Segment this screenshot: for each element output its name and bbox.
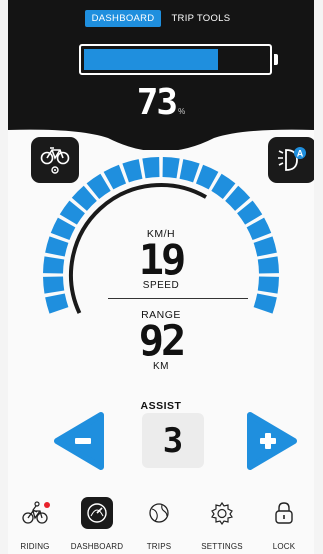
padlock-icon (275, 502, 293, 524)
battery-percent-value: 73 (136, 82, 178, 123)
gauge-divider (108, 298, 248, 299)
gear-icon (211, 501, 233, 525)
nav-settings-label: SETTINGS (201, 542, 243, 551)
notification-dot (44, 502, 50, 508)
battery-percent-unit: % (178, 107, 186, 116)
nav-lock-label: LOCK (272, 542, 296, 551)
nav-riding-label: RIDING (20, 542, 50, 551)
speed-caption: SPEED (142, 280, 180, 291)
gauge-segment (142, 157, 160, 179)
bottom-nav: RIDING DASHBOARD TRIPS SETTINGS LOCK (8, 488, 314, 554)
gauge-segment (179, 159, 200, 183)
minus-icon (75, 438, 91, 444)
nav-dashboard[interactable]: DASHBOARD (66, 488, 128, 554)
dashboard-gauge-icon (87, 503, 107, 523)
assist-level-value: 3 (142, 413, 204, 468)
gauge-segment (162, 157, 180, 179)
nav-dashboard-label: DASHBOARD (70, 542, 124, 551)
globe-route-icon (149, 503, 169, 523)
gauge-segment (122, 159, 143, 183)
range-block: RANGE 92 KM (8, 309, 314, 372)
range-unit: KM (153, 361, 169, 372)
nav-riding[interactable]: RIDING (8, 488, 66, 554)
battery-percent-display: 73% (8, 82, 314, 123)
nav-settings[interactable]: SETTINGS (191, 488, 253, 554)
nav-lock[interactable]: LOCK (253, 488, 314, 554)
range-value: 92 (138, 316, 187, 365)
app-screen: DASHBOARD TRIP TOOLS 73% A KM/H 19 SPEED… (8, 0, 314, 554)
nav-trips[interactable]: TRIPS (128, 488, 190, 554)
assist-decrease-button[interactable] (53, 411, 105, 471)
assist-increase-button[interactable] (246, 411, 298, 471)
speed-value: 19 (138, 235, 187, 284)
nav-trips-label: TRIPS (146, 542, 172, 551)
speed-block: KM/H 19 SPEED (8, 228, 314, 291)
